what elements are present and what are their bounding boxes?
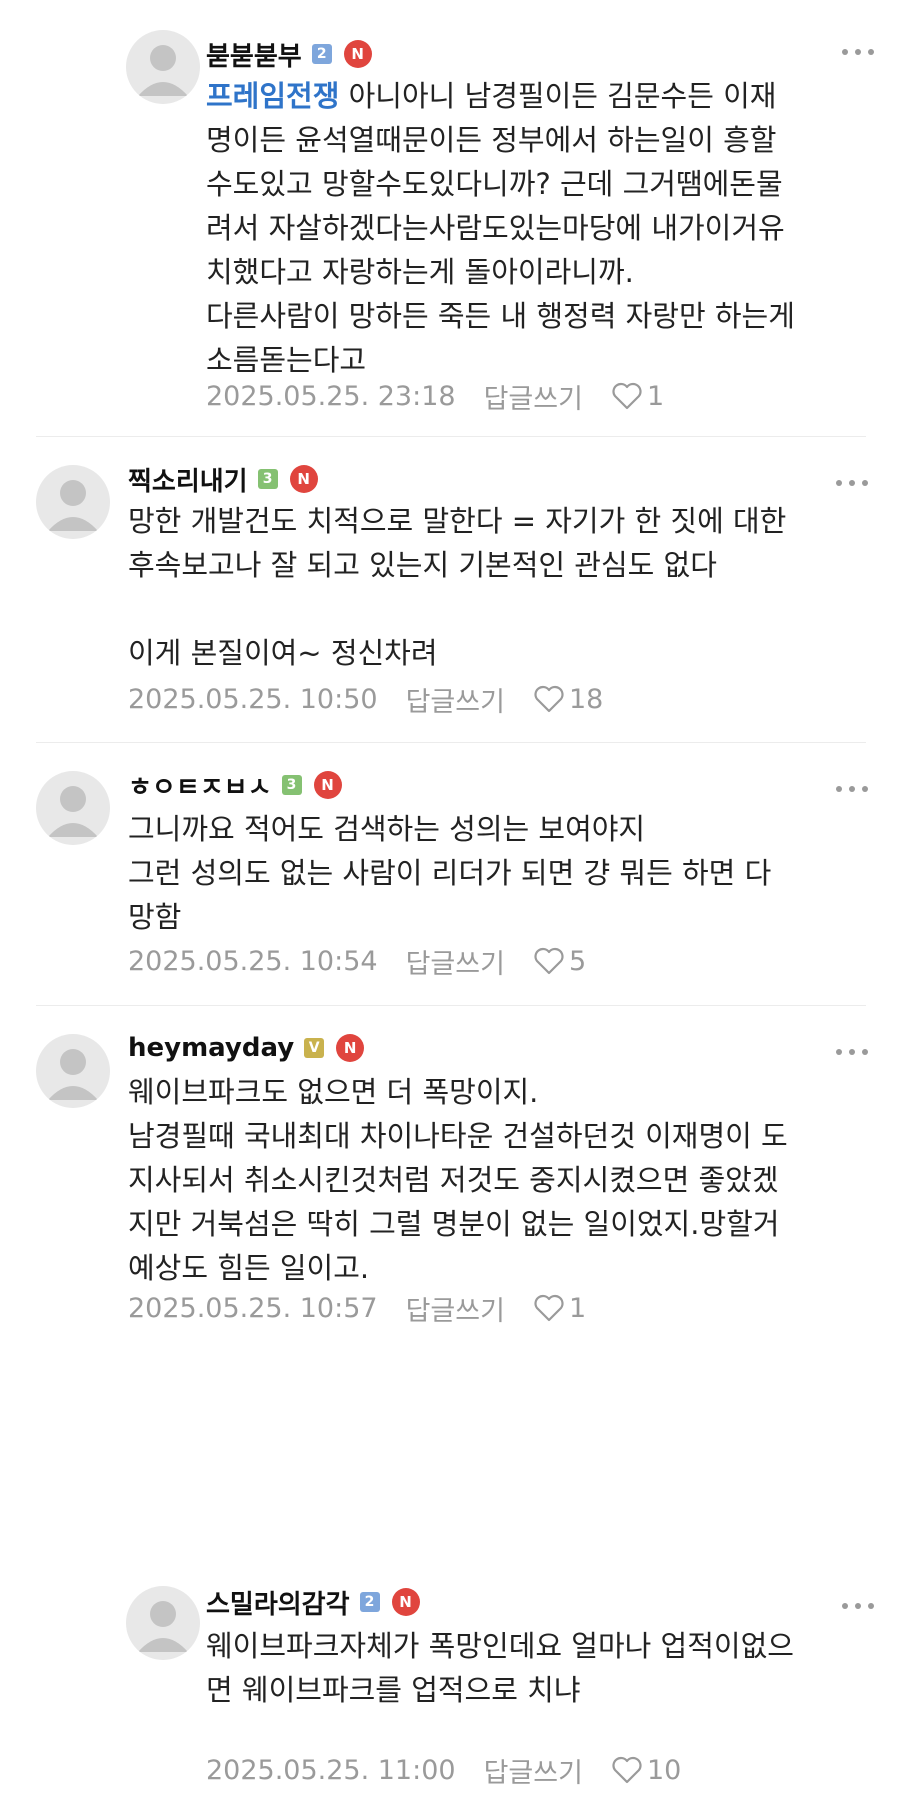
default-avatar-icon (138, 45, 188, 96)
level-badge: 3 (281, 775, 302, 795)
like-button[interactable]: 5 (533, 946, 586, 977)
like-count: 5 (568, 945, 587, 977)
comment-content: 웨이브파크도 없으면 더 폭망이지. 남경필때 국내최대 차이나타운 건설하던것… (128, 1075, 788, 1285)
new-badge: N (336, 1034, 365, 1062)
comment-item: heymayday V N 웨이브파크도 없으면 더 폭망이지. 남경필때 국내… (0, 1006, 900, 1346)
more-options-button[interactable] (836, 777, 868, 801)
reply-button[interactable]: 답글쓰기 (484, 377, 583, 416)
comment-date: 2025.05.25. 23:18 (206, 380, 456, 412)
more-dots-icon (842, 49, 848, 55)
level-badge: 2 (359, 1592, 380, 1612)
default-avatar-icon (48, 1049, 98, 1100)
more-dots-icon (836, 786, 842, 792)
level-badge: V (304, 1038, 325, 1058)
comment-header: 붇붇붇부 2 N (206, 36, 372, 72)
comment-text: 프레임전쟁 아니아니 남경필이든 김문수든 이재 명이든 윤석열때문이든 정부에… (206, 74, 876, 382)
heart-outline-icon (612, 1756, 642, 1784)
comment-meta: 2025.05.25. 10:57 답글쓰기 1 (128, 1288, 586, 1328)
reply-button[interactable]: 답글쓰기 (406, 680, 505, 719)
default-avatar-icon (48, 786, 98, 837)
nickname[interactable]: ㅎㅇㅌㅈㅂㅅ (128, 767, 272, 804)
nickname[interactable]: 붇붇붇부 (206, 36, 302, 73)
nickname[interactable]: 스밀라의감각 (206, 1584, 350, 1621)
avatar[interactable] (126, 30, 200, 104)
default-avatar-icon (48, 480, 98, 531)
like-count: 10 (646, 1754, 682, 1786)
comment-item: 붇붇붇부 2 N 프레임전쟁 아니아니 남경필이든 김문수든 이재 명이든 윤석… (0, 0, 900, 436)
comment-header: 찍소리내기 3 N (128, 461, 318, 497)
like-button[interactable]: 10 (611, 1755, 681, 1786)
comment-meta: 2025.05.25. 10:50 답글쓰기 18 (128, 679, 603, 719)
comment-content: 웨이브파크자체가 폭망인데요 얼마나 업적이없으 면 웨이브파크를 업적으로 치… (206, 1629, 794, 1707)
new-badge: N (343, 40, 372, 68)
like-button[interactable]: 1 (533, 1293, 586, 1324)
like-button[interactable]: 18 (533, 684, 603, 715)
comment-item: ㅎㅇㅌㅈㅂㅅ 3 N 그니까요 적어도 검색하는 성의는 보여야지 그런 성의도… (0, 743, 900, 1048)
heart-outline-icon (534, 947, 564, 975)
reply-button[interactable]: 답글쓰기 (484, 1751, 583, 1790)
more-options-button[interactable] (842, 1594, 874, 1618)
comment-content: 그니까요 적어도 검색하는 성의는 보여야지 그런 성의도 없는 사람이 리더가… (128, 812, 772, 934)
nickname[interactable]: 찍소리내기 (128, 461, 248, 498)
avatar[interactable] (36, 1034, 110, 1108)
default-avatar-icon (138, 1601, 188, 1652)
avatar[interactable] (36, 465, 110, 539)
like-button[interactable]: 1 (611, 381, 664, 412)
more-dots-icon (842, 1603, 848, 1609)
level-badge: 3 (257, 469, 278, 489)
comment-item: 스밀라의감각 2 N 웨이브파크자체가 폭망인데요 얼마나 업적이없으 면 웨이… (0, 1560, 900, 1808)
comment-meta: 2025.05.25. 11:00 답글쓰기 10 (206, 1750, 681, 1790)
reply-button[interactable]: 답글쓰기 (406, 1289, 505, 1328)
comment-date: 2025.05.25. 10:50 (128, 683, 378, 715)
mention-link[interactable]: 프레임전쟁 (206, 79, 339, 113)
avatar[interactable] (126, 1586, 200, 1660)
comment-date: 2025.05.25. 10:57 (128, 1292, 378, 1324)
new-badge: N (289, 465, 318, 493)
comment-header: heymayday V N (128, 1030, 365, 1066)
comment-item: 찍소리내기 3 N 망한 개발건도 치적으로 말한다 = 자기가 한 짓에 대한… (0, 437, 900, 742)
comment-header: 스밀라의감각 2 N (206, 1584, 420, 1620)
comment-meta: 2025.05.25. 23:18 답글쓰기 1 (206, 376, 664, 416)
comment-content: 망한 개발건도 치적으로 말한다 = 자기가 한 짓에 대한 후속보고나 잘 되… (128, 504, 787, 670)
comment-date: 2025.05.25. 10:54 (128, 945, 378, 977)
new-badge: N (313, 771, 342, 799)
comment-date: 2025.05.25. 11:00 (206, 1754, 456, 1786)
more-options-button[interactable] (836, 1040, 868, 1064)
heart-outline-icon (612, 382, 642, 410)
avatar[interactable] (36, 771, 110, 845)
heart-outline-icon (534, 1294, 564, 1322)
more-options-button[interactable] (836, 471, 868, 495)
like-count: 1 (646, 380, 665, 412)
nickname[interactable]: heymayday (128, 1033, 294, 1063)
new-badge: N (391, 1588, 420, 1616)
more-options-button[interactable] (842, 40, 874, 64)
comment-content: 아니아니 남경필이든 김문수든 이재 명이든 윤석열때문이든 정부에서 하는일이… (206, 79, 795, 377)
like-count: 18 (568, 683, 604, 715)
more-dots-icon (836, 1049, 842, 1055)
like-count: 1 (568, 1292, 587, 1324)
comment-meta: 2025.05.25. 10:54 답글쓰기 5 (128, 941, 586, 981)
reply-button[interactable]: 답글쓰기 (406, 942, 505, 981)
heart-outline-icon (534, 685, 564, 713)
comment-header: ㅎㅇㅌㅈㅂㅅ 3 N (128, 767, 342, 803)
level-badge: 2 (311, 44, 332, 64)
more-dots-icon (836, 480, 842, 486)
